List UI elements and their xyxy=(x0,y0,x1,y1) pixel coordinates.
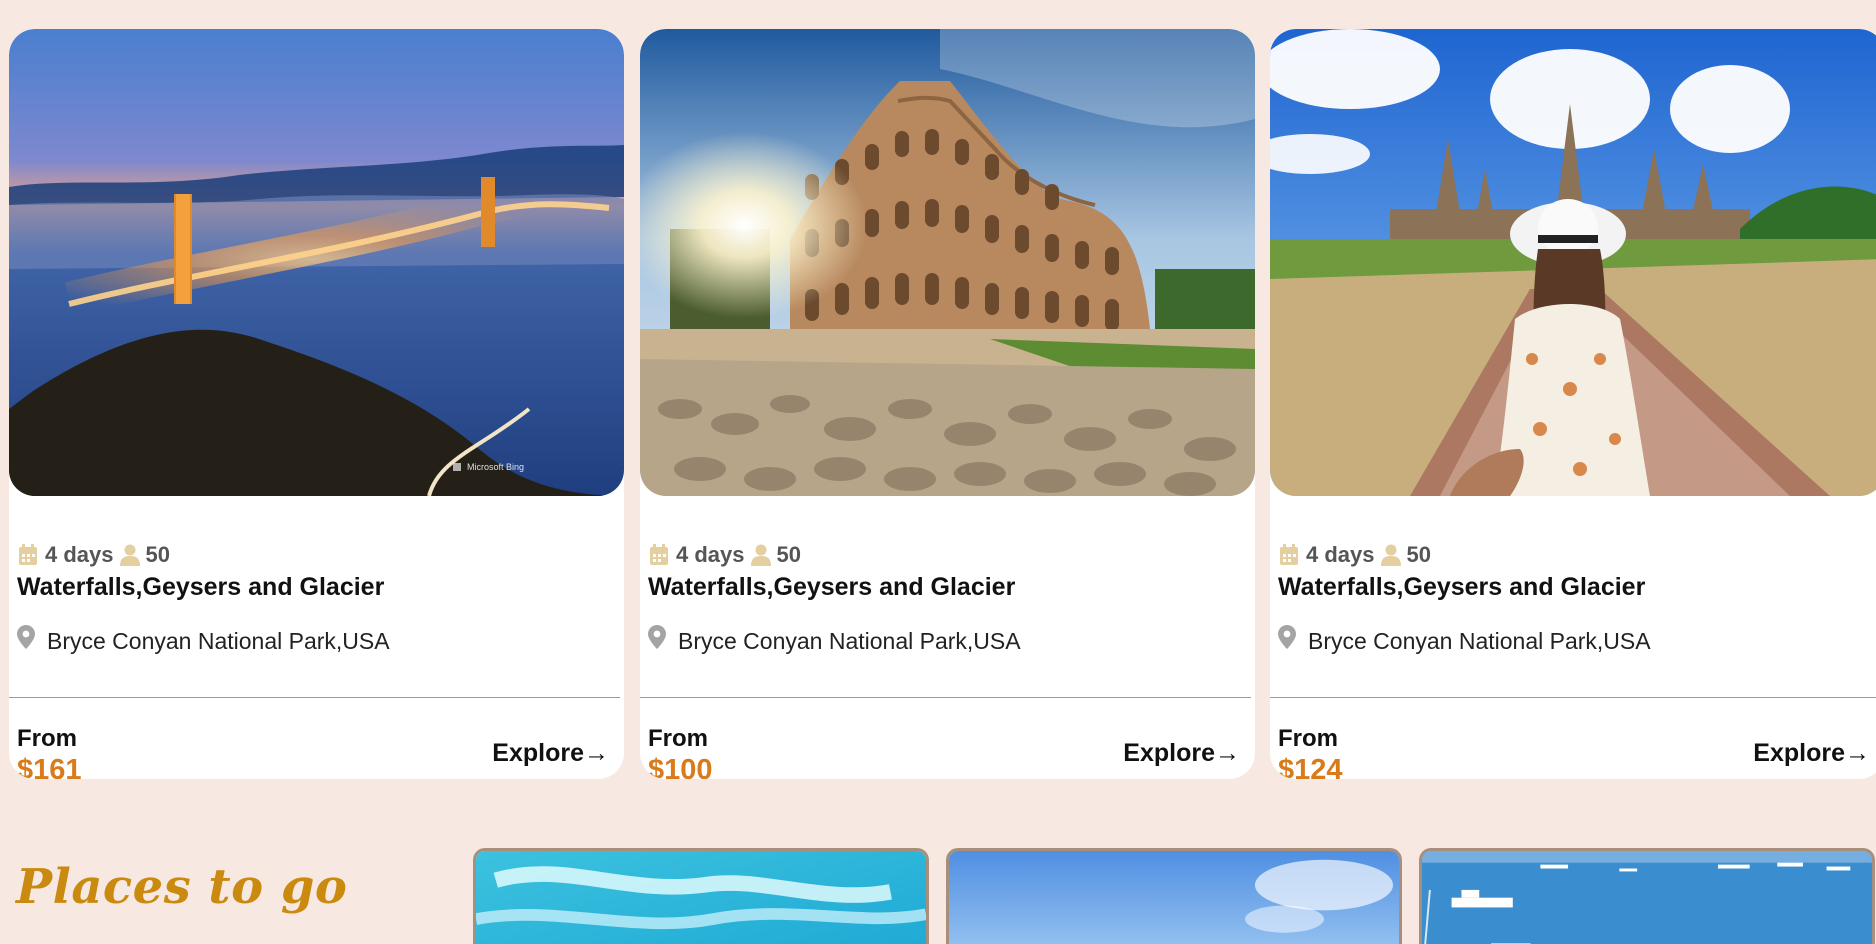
location-text: Bryce Conyan National Park,USA xyxy=(678,627,1021,654)
card-divider xyxy=(9,697,620,698)
group-size-text: 50 xyxy=(1406,542,1431,567)
person-icon xyxy=(119,544,140,566)
price-value: $124 xyxy=(1278,754,1343,779)
tour-title: Waterfalls,Geysers and Glacier xyxy=(17,573,385,601)
turquoise-sky-image[interactable] xyxy=(473,848,929,944)
blue-sky-image[interactable] xyxy=(946,848,1402,944)
location-text: Bryce Conyan National Park,USA xyxy=(47,627,390,654)
temple-traveler-image[interactable] xyxy=(1270,29,1876,496)
tour-card[interactable]: 4 days 50 Waterfalls,Geysers and Glacier… xyxy=(1270,29,1876,779)
card-divider xyxy=(640,697,1251,698)
duration-text: 4 days xyxy=(45,542,114,567)
group-size-text: 50 xyxy=(145,542,170,567)
sea-port-image[interactable] xyxy=(1419,848,1875,944)
colosseum-image[interactable] xyxy=(640,29,1255,496)
card-divider xyxy=(1270,697,1876,698)
explore-button[interactable]: Explore→ xyxy=(1123,737,1240,769)
group-size-text: 50 xyxy=(776,542,801,567)
price-value: $100 xyxy=(648,754,713,779)
calendar-icon xyxy=(1278,543,1300,567)
tour-location: Bryce Conyan National Park,USA xyxy=(17,625,390,656)
location-text: Bryce Conyan National Park,USA xyxy=(1308,627,1651,654)
tour-location: Bryce Conyan National Park,USA xyxy=(648,625,1021,656)
duration-text: 4 days xyxy=(676,542,745,567)
places-to-go-title: Places to go xyxy=(16,859,348,915)
explore-button[interactable]: Explore→ xyxy=(492,737,609,769)
explore-button[interactable]: Explore→ xyxy=(1753,737,1870,769)
location-pin-icon xyxy=(17,625,35,656)
golden-gate-bridge-image[interactable]: Microsoft Bing xyxy=(9,29,624,496)
tour-card[interactable]: Microsoft Bing 4 days 50 Waterfalls,Geys… xyxy=(9,29,624,779)
tour-meta: 4 days 50 xyxy=(17,541,170,569)
tour-title: Waterfalls,Geysers and Glacier xyxy=(1278,573,1646,601)
location-pin-icon xyxy=(648,625,666,656)
tour-cards-section: Microsoft Bing 4 days 50 Waterfalls,Geys… xyxy=(0,0,1876,944)
duration-text: 4 days xyxy=(1306,542,1375,567)
tour-meta: 4 days 50 xyxy=(1278,541,1431,569)
price-from-label: From xyxy=(17,725,77,752)
tour-location: Bryce Conyan National Park,USA xyxy=(1278,625,1651,656)
person-icon xyxy=(1380,544,1401,566)
tour-card[interactable]: 4 days 50 Waterfalls,Geysers and Glacier… xyxy=(640,29,1255,779)
tour-meta: 4 days 50 xyxy=(648,541,801,569)
person-icon xyxy=(750,544,771,566)
calendar-icon xyxy=(17,543,39,567)
price-value: $161 xyxy=(17,754,82,779)
location-pin-icon xyxy=(1278,625,1296,656)
price-from-label: From xyxy=(1278,725,1338,752)
price-from-label: From xyxy=(648,725,708,752)
svg-text:Microsoft Bing: Microsoft Bing xyxy=(467,462,524,472)
calendar-icon xyxy=(648,543,670,567)
tour-title: Waterfalls,Geysers and Glacier xyxy=(648,573,1016,601)
